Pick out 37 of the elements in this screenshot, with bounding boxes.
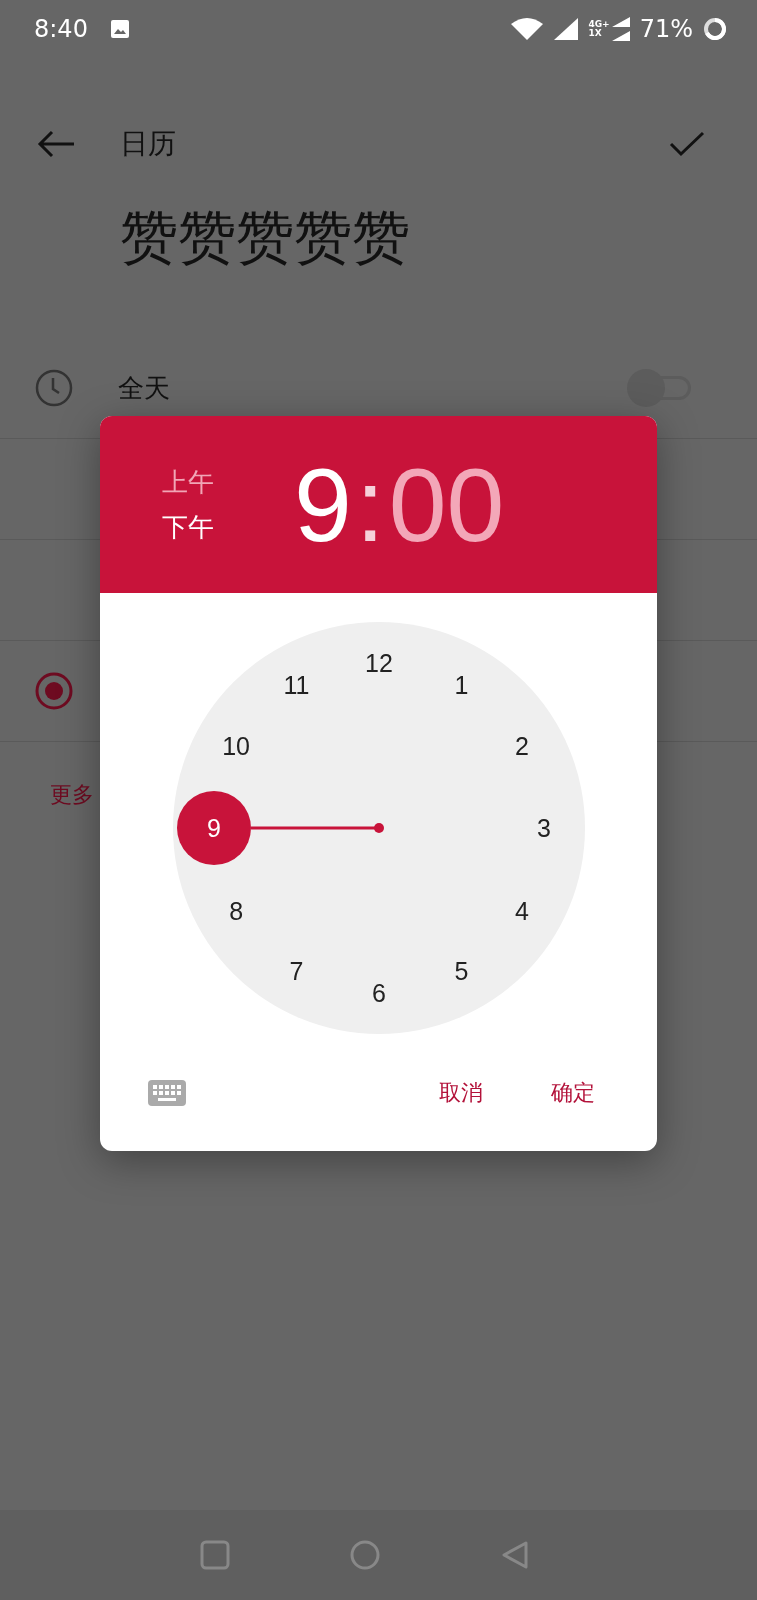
dial-number[interactable]: 5 [454,956,468,985]
back-arrow-icon[interactable] [36,129,76,159]
signal-icon [554,18,579,40]
dial-number[interactable]: 1 [454,671,468,700]
home-icon[interactable] [350,1540,380,1570]
dial-number[interactable]: 2 [514,731,529,760]
time-separator: : [355,452,385,557]
status-time: 8:40 [34,15,88,43]
dial-number[interactable]: 8 [228,896,243,925]
network-label: 4G+ [588,20,610,29]
keyboard-icon[interactable] [148,1079,186,1106]
dial-number[interactable]: 6 [371,979,386,1007]
recents-icon[interactable] [200,1540,230,1570]
hour-display[interactable]: 9 [294,452,352,557]
period-option[interactable]: 下午 [162,509,214,545]
dial-number[interactable]: 12 [364,649,393,677]
signal-icon [611,17,630,41]
wifi-icon [510,18,545,40]
network-label: 1X [588,29,603,38]
battery-percent: 71% [639,15,693,43]
dial-number[interactable]: 3 [536,814,551,842]
dial-number[interactable]: 4 [514,896,529,925]
clock-icon [34,368,74,408]
toolbar-title: 日历 [120,126,176,162]
dialog-button[interactable]: 取消 [429,1069,493,1116]
event-title: 赞赞赞赞赞 [120,206,410,270]
all-day-label: 全天 [118,371,170,405]
dial-number[interactable]: 11 [283,671,309,700]
radio-button[interactable] [34,671,74,711]
image-icon [109,19,130,39]
dial-number[interactable]: 10 [221,731,250,760]
back-icon[interactable] [500,1540,530,1570]
dialog-button[interactable]: 确定 [541,1069,605,1116]
dial-number[interactable]: 9 [206,814,221,842]
dial-number[interactable]: 7 [289,956,303,985]
check-icon[interactable] [667,129,707,159]
battery-ring-icon [703,17,727,41]
